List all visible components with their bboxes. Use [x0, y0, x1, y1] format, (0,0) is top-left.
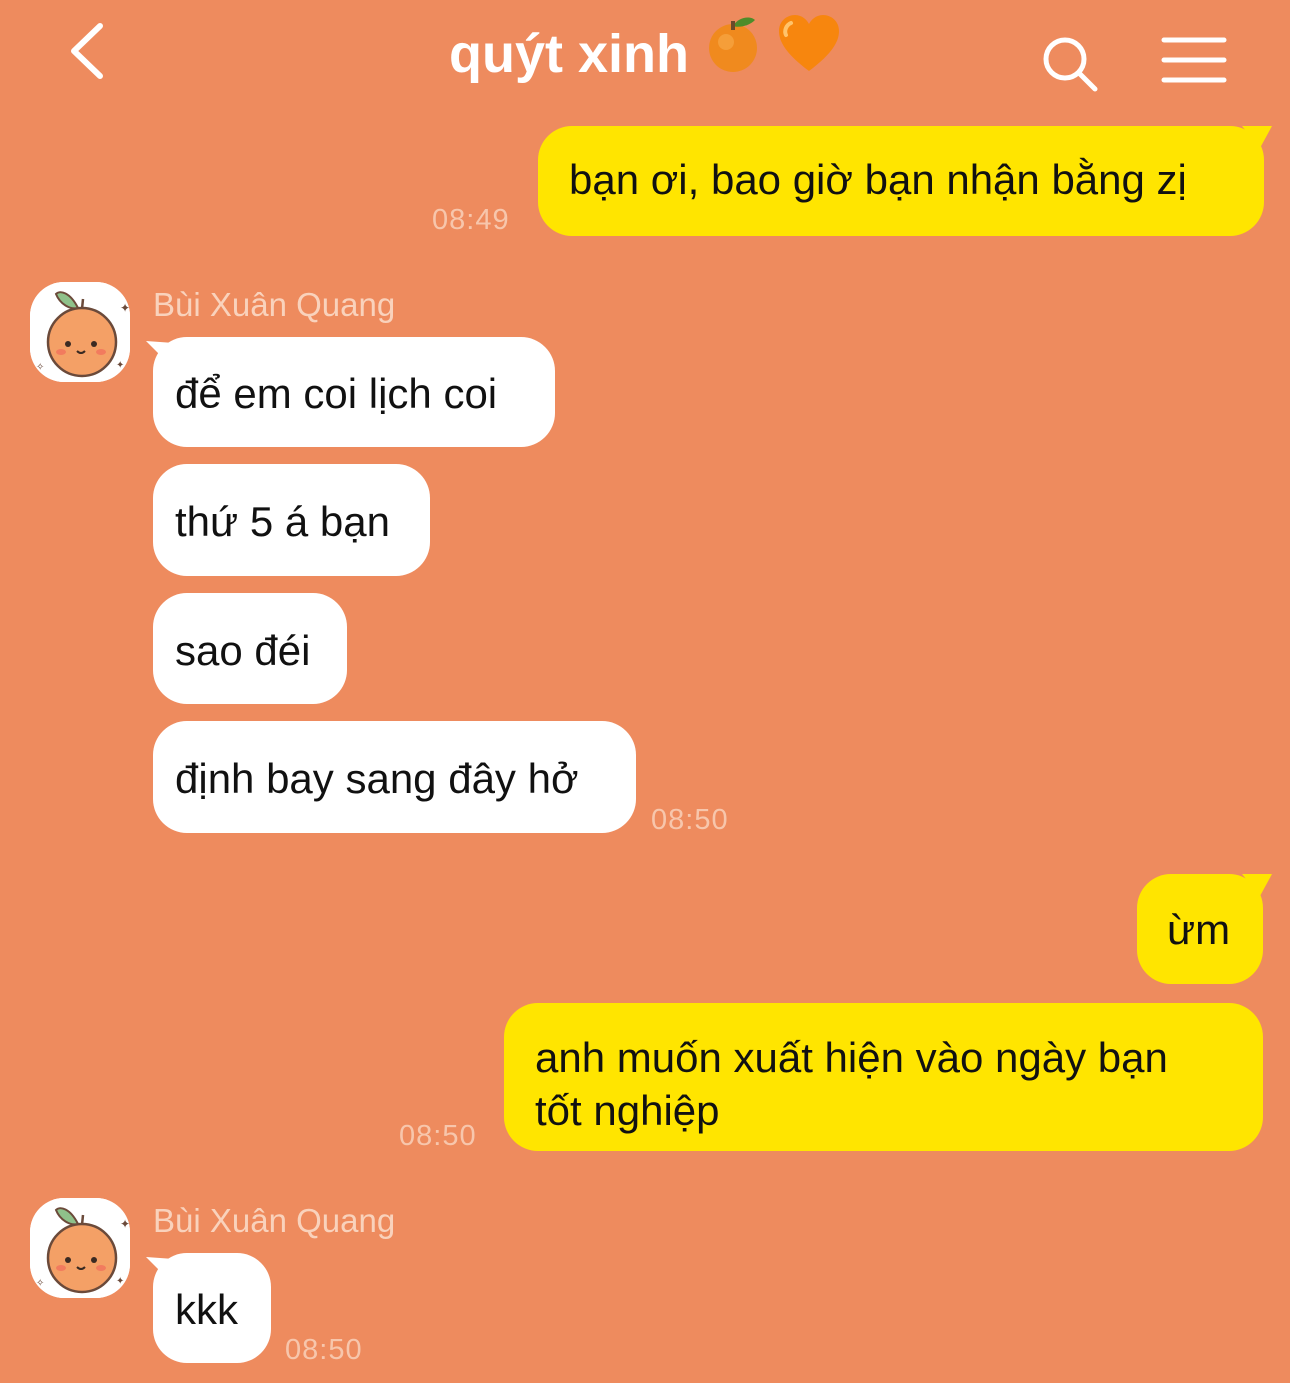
svg-text:✧: ✧: [36, 362, 44, 373]
bubble-tail: [1242, 874, 1272, 896]
message-text: định bay sang đây hở: [175, 755, 579, 802]
message-text-line-2: tốt nghiệp: [535, 1087, 720, 1134]
svg-text:✦: ✦: [116, 360, 124, 371]
avatar[interactable]: ✦ ✦ ✧: [30, 1198, 130, 1298]
their-message-bubble[interactable]: thứ 5 á bạn: [153, 464, 430, 576]
their-message-bubble[interactable]: sao đéi: [153, 593, 347, 704]
svg-text:✦: ✦: [120, 1217, 130, 1231]
message-text: ừm: [1167, 906, 1231, 953]
my-message-bubble[interactable]: anh muốn xuất hiện vào ngày bạn tốt nghi…: [504, 1003, 1263, 1151]
svg-text:✦: ✦: [116, 1276, 124, 1287]
message-timestamp: 08:50: [651, 804, 729, 836]
message-timestamp: 08:50: [285, 1334, 363, 1366]
svg-text:✧: ✧: [36, 1278, 44, 1289]
their-message-bubble[interactable]: định bay sang đây hở: [153, 721, 636, 833]
bubble-tail: [1242, 126, 1272, 148]
message-text: bạn ơi, bao giờ bạn nhận bằng zị: [569, 156, 1187, 203]
hamburger-menu-icon[interactable]: [1160, 36, 1228, 86]
their-message-bubble[interactable]: kkk: [153, 1253, 271, 1363]
their-message-bubble[interactable]: để em coi lịch coi: [153, 337, 555, 447]
avatar[interactable]: ✦ ✦ ✧: [30, 282, 130, 382]
chat-title: quýt xinh: [449, 24, 689, 84]
message-text-line-1: anh muốn xuất hiện vào ngày bạn: [535, 1034, 1168, 1081]
message-text: kkk: [175, 1286, 238, 1333]
message-text: thứ 5 á bạn: [175, 498, 390, 545]
message-timestamp: 08:49: [432, 204, 510, 236]
message-text: sao đéi: [175, 627, 311, 674]
orange-emoji-icon: [705, 14, 761, 94]
svg-text:✦: ✦: [120, 301, 130, 315]
my-message-bubble[interactable]: bạn ơi, bao giờ bạn nhận bằng zị: [538, 126, 1264, 236]
search-icon[interactable]: [1040, 34, 1100, 94]
orange-heart-emoji-icon: [777, 15, 841, 93]
sender-name: Bùi Xuân Quang: [153, 286, 396, 323]
message-text: để em coi lịch coi: [175, 370, 498, 417]
sender-name: Bùi Xuân Quang: [153, 1202, 396, 1239]
message-timestamp: 08:50: [399, 1120, 477, 1152]
